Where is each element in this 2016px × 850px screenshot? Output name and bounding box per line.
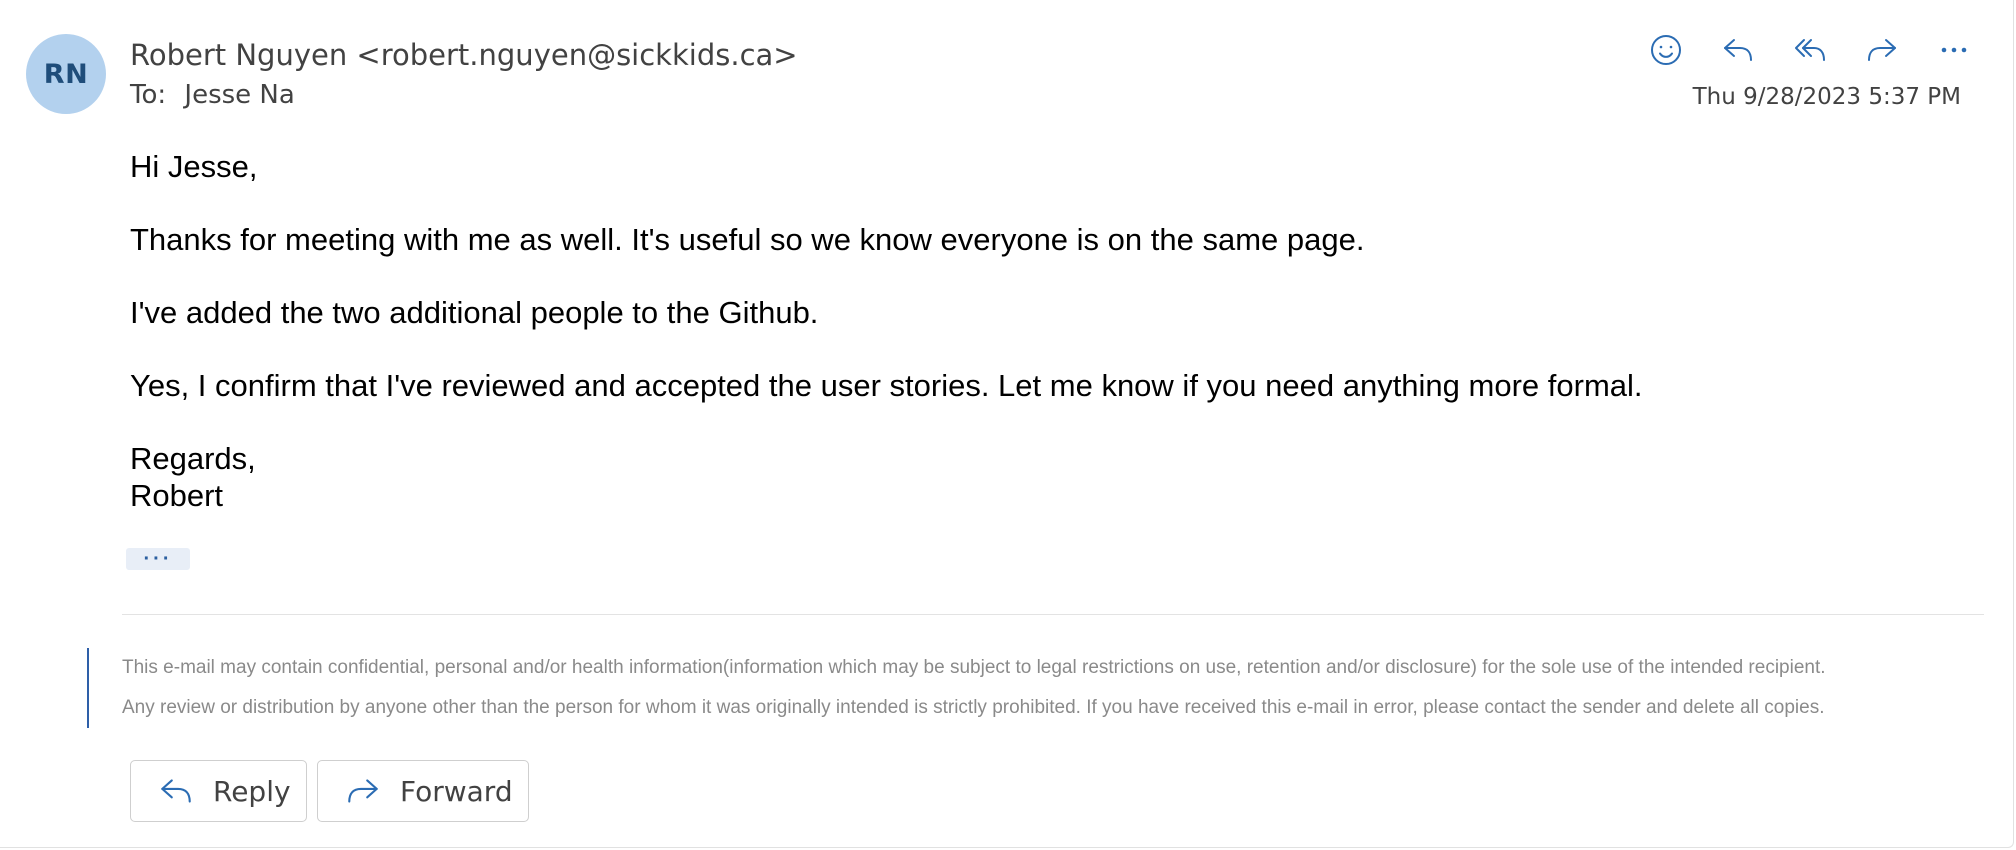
emoji-icon <box>1648 32 1684 68</box>
message-timestamp: Thu 9/28/2023 5:37 PM <box>1692 84 1961 110</box>
emoji-reaction-button[interactable] <box>1638 28 1694 72</box>
reply-button[interactable]: Reply <box>130 760 307 822</box>
forward-icon-button[interactable] <box>1854 28 1910 72</box>
reply-button-label: Reply <box>213 774 291 808</box>
closing-text: Regards, <box>130 441 256 476</box>
avatar[interactable]: RN <box>26 34 106 114</box>
to-label: To: <box>130 80 167 110</box>
confidentiality-disclaimer: This e-mail may contain confidential, pe… <box>87 648 1987 728</box>
signature-text: Robert <box>130 478 224 513</box>
reply-icon-button[interactable] <box>1710 28 1766 72</box>
message-actions <box>1638 28 1982 72</box>
forward-icon <box>344 772 382 810</box>
body-paragraph: I've added the two additional people to … <box>130 295 819 330</box>
reply-icon <box>157 772 195 810</box>
reply-all-icon-button[interactable] <box>1782 28 1838 72</box>
more-actions-button[interactable] <box>1926 28 1982 72</box>
reply-icon <box>1720 32 1756 68</box>
more-icon <box>1936 32 1972 68</box>
divider <box>122 614 1984 615</box>
body-paragraph: Thanks for meeting with me as well. It's… <box>130 222 1365 257</box>
body-paragraph: Yes, I confirm that I've reviewed and ac… <box>130 368 1643 403</box>
message-card: RN Robert Nguyen <robert.nguyen@sickkids… <box>0 0 2014 848</box>
show-trimmed-content-button[interactable]: ··· <box>126 548 190 570</box>
recipient-name[interactable]: Jesse Na <box>184 80 294 110</box>
disclaimer-line: Any review or distribution by anyone oth… <box>122 697 1825 718</box>
sender-name[interactable]: Robert Nguyen <robert.nguyen@sickkids.ca… <box>130 38 798 72</box>
forward-button-label: Forward <box>400 774 513 808</box>
disclaimer-line: This e-mail may contain confidential, pe… <box>122 657 1826 678</box>
reply-actions: Reply Forward <box>130 760 529 822</box>
reply-all-icon <box>1792 32 1828 68</box>
forward-button[interactable]: Forward <box>317 760 529 822</box>
forward-icon <box>1864 32 1900 68</box>
message-body: Hi Jesse, Thanks for meeting with me as … <box>130 148 1950 514</box>
recipient-line: To: Jesse Na <box>130 80 295 110</box>
greeting-text: Hi Jesse, <box>130 149 258 184</box>
